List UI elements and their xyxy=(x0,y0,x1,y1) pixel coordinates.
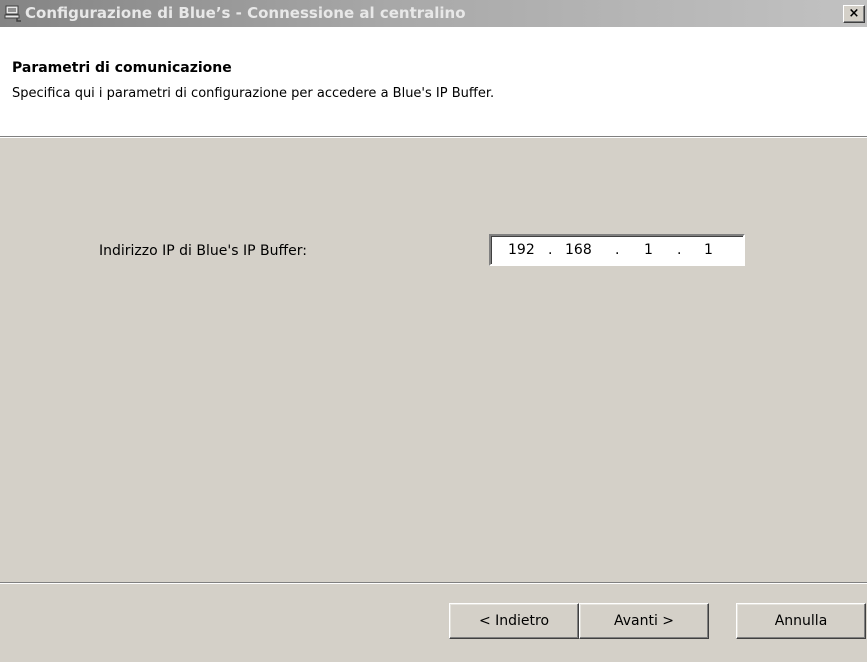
close-button[interactable]: × xyxy=(843,5,865,23)
ip-octet-4[interactable]: 1 xyxy=(704,242,713,258)
back-button[interactable]: < Indietro xyxy=(449,603,579,639)
ip-octet-2[interactable]: 168 xyxy=(565,242,592,258)
footer-separator xyxy=(0,582,867,584)
page-subtitle: Specifica qui i parametri di configurazi… xyxy=(12,86,495,101)
close-icon: × xyxy=(848,6,860,21)
ip-address-label: Indirizzo IP di Blue's IP Buffer: xyxy=(99,243,307,259)
ip-octet-1[interactable]: 192 xyxy=(508,242,535,258)
network-computer-icon xyxy=(4,5,21,22)
ip-dot-separator: . xyxy=(615,242,620,258)
page-title: Parametri di comunicazione xyxy=(12,60,232,76)
ip-address-input[interactable]: 192 . 168 . 1 . 1 xyxy=(489,234,745,266)
next-button[interactable]: Avanti > xyxy=(579,603,709,639)
cancel-button[interactable]: Annulla xyxy=(736,603,866,639)
wizard-header: Parametri di comunicazione Specifica qui… xyxy=(0,27,867,138)
ip-dot-separator: . xyxy=(548,242,553,258)
wizard-window: Configurazione di Blue’s - Connessione a… xyxy=(0,0,867,662)
title-bar[interactable]: Configurazione di Blue’s - Connessione a… xyxy=(0,0,867,27)
window-title: Configurazione di Blue’s - Connessione a… xyxy=(25,4,466,22)
ip-dot-separator: . xyxy=(677,242,682,258)
ip-octet-3[interactable]: 1 xyxy=(644,242,653,258)
